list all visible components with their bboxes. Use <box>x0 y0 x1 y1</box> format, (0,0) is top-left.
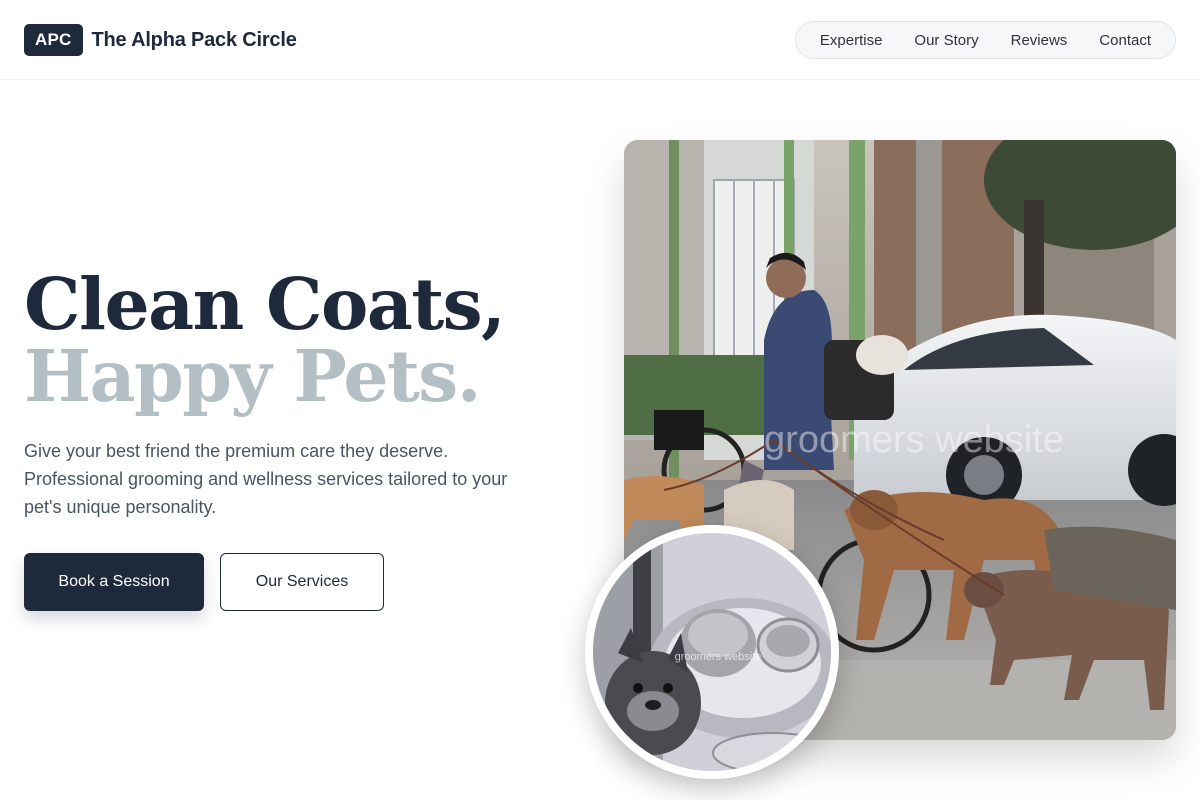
nav-item-reviews[interactable]: Reviews <box>995 32 1084 49</box>
brand-logo[interactable]: APC The Alpha Pack Circle <box>24 24 297 56</box>
site-header: APC The Alpha Pack Circle Expertise Our … <box>0 0 1200 80</box>
hero-headline: Clean Coats, Happy Pets. <box>24 262 506 418</box>
logo-badge: APC <box>24 24 83 56</box>
main-nav: Expertise Our Story Reviews Contact <box>794 21 1176 59</box>
inset-image-watermark: groomers website <box>675 651 762 663</box>
our-services-button[interactable]: Our Services <box>220 553 384 611</box>
nav-item-our-story[interactable]: Our Story <box>898 32 994 49</box>
bulldog-image: groomers website <box>593 533 831 771</box>
headline-line-2: Happy Pets. <box>24 334 482 418</box>
brand-name: The Alpha Pack Circle <box>91 28 297 51</box>
nav-item-contact[interactable]: Contact <box>1083 32 1167 49</box>
nav-item-expertise[interactable]: Expertise <box>804 32 899 49</box>
main-image-watermark: groomers website <box>764 419 1064 461</box>
headline-line-1: Clean Coats, <box>24 262 506 346</box>
book-session-button[interactable]: Book a Session <box>24 553 204 611</box>
inset-photo: groomers website <box>585 525 839 779</box>
hero-subtext: Give your best friend the premium care t… <box>24 441 508 517</box>
